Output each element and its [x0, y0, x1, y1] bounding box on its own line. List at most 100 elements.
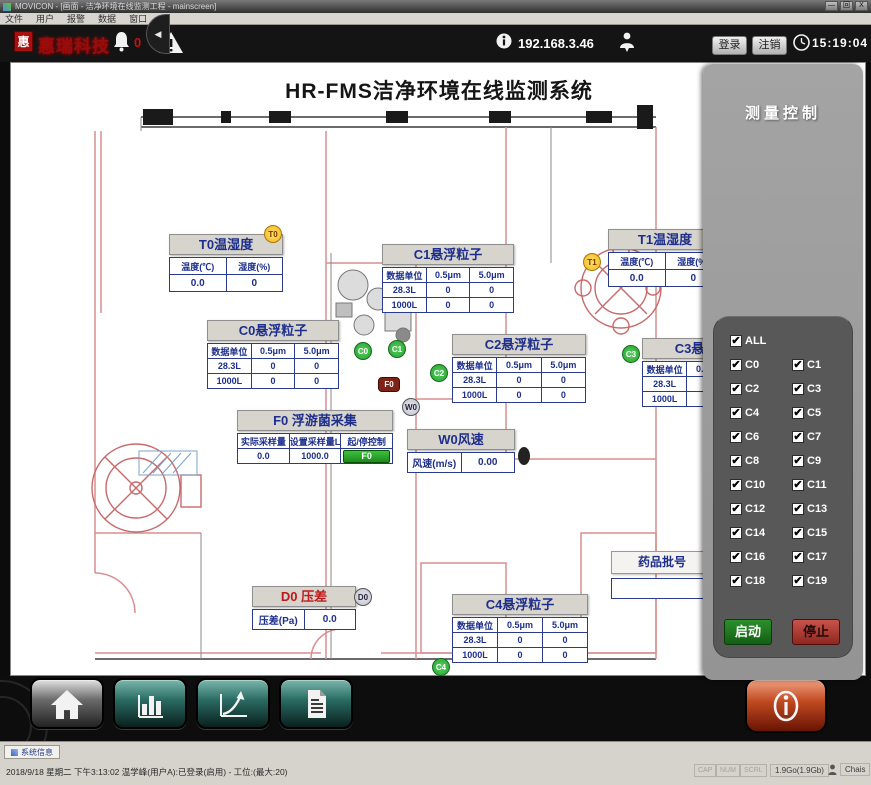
- marker-w0[interactable]: W0: [402, 398, 420, 416]
- col-header: 0.5μm: [426, 268, 470, 283]
- system-info-tab[interactable]: 系统信息: [4, 745, 60, 759]
- nav-trend-chart-button[interactable]: [196, 678, 270, 729]
- checkbox-c5[interactable]: ✔C5: [792, 401, 854, 425]
- cell: 0.0: [238, 449, 290, 464]
- checkbox-c0[interactable]: ✔C0: [730, 353, 792, 377]
- marker-d0[interactable]: D0: [354, 588, 372, 606]
- alarm-bell-icon[interactable]: [112, 31, 131, 58]
- num-lock-indicator: NUM: [716, 764, 740, 777]
- checkbox-c18[interactable]: ✔C18: [730, 569, 792, 593]
- checkbox-c6[interactable]: ✔C6: [730, 425, 792, 449]
- checkbox-c17[interactable]: ✔C17: [792, 545, 854, 569]
- checkbox-all[interactable]: ✔ALL: [730, 329, 854, 353]
- clock-time: 15:19:04: [812, 36, 868, 50]
- checkbox-c15[interactable]: ✔C15: [792, 521, 854, 545]
- cell: 1000L: [453, 648, 498, 663]
- panel-title: F0 浮游菌采集: [237, 410, 393, 431]
- col-header: 温度(℃): [609, 253, 666, 270]
- cell: 0: [543, 633, 588, 648]
- f0-start-stop-button[interactable]: F0: [343, 450, 390, 463]
- cell: 0: [543, 648, 588, 663]
- menu-item[interactable]: 用户: [36, 12, 54, 25]
- checkbox-c4[interactable]: ✔C4: [730, 401, 792, 425]
- info-icon: [496, 33, 512, 54]
- checkbox-label: C16: [745, 551, 765, 563]
- checkbox-label: C9: [807, 455, 821, 467]
- toolbar: 惠 惠瑞科技 0 192.168.3.46: [0, 25, 871, 62]
- minimize-button[interactable]: —: [825, 1, 838, 11]
- marker-c0[interactable]: C0: [354, 342, 372, 360]
- checkbox-c11[interactable]: ✔C11: [792, 473, 854, 497]
- checkbox-label: C19: [807, 575, 827, 587]
- nav-bar-chart-button[interactable]: [113, 678, 187, 729]
- cell: 0: [251, 374, 295, 389]
- marker-t1[interactable]: T1: [583, 253, 601, 271]
- readout-table: 数据单位0.5μm5.0μm28.3L001000L00: [382, 267, 514, 313]
- col-header: 起/停控制: [341, 434, 393, 449]
- checkbox-c12[interactable]: ✔C12: [730, 497, 792, 521]
- menu-item[interactable]: 文件: [5, 12, 23, 25]
- clock-icon: [793, 34, 810, 56]
- current-user: Chais: [840, 763, 870, 776]
- checkmark-icon: ✔: [730, 575, 742, 587]
- panel-title: D0 压差: [252, 586, 356, 607]
- user-icon[interactable]: [618, 31, 636, 58]
- maximize-button[interactable]: 回: [840, 1, 853, 11]
- checkmark-icon: ✔: [792, 503, 804, 515]
- info-button[interactable]: [745, 678, 827, 733]
- window-title: MOVICON - [画面 - 洁净环境在线监测工程 - mainscreen]: [15, 1, 216, 12]
- close-button[interactable]: X: [855, 1, 868, 11]
- login-button[interactable]: 登录: [712, 36, 747, 55]
- checkbox-c8[interactable]: ✔C8: [730, 449, 792, 473]
- col-header: 5.0μm: [541, 358, 585, 373]
- nav-report-button[interactable]: [279, 678, 353, 729]
- checkbox-label: C12: [745, 503, 765, 515]
- panel-title: W0风速: [407, 429, 515, 450]
- menu-item[interactable]: 数据: [98, 12, 116, 25]
- cell: 0: [541, 388, 585, 403]
- checkmark-icon: ✔: [730, 503, 742, 515]
- marker-c1[interactable]: C1: [388, 340, 406, 358]
- checkmark-icon: ✔: [792, 407, 804, 419]
- checkbox-label: C5: [807, 407, 821, 419]
- checkbox-c1[interactable]: ✔C1: [792, 353, 854, 377]
- logout-button[interactable]: 注销: [752, 36, 787, 55]
- col-header: 温度(℃): [170, 258, 227, 275]
- brand-logo-icon: 惠: [14, 31, 33, 52]
- col-header: 湿度(%): [226, 258, 283, 275]
- panel-title: C2悬浮粒子: [452, 334, 586, 355]
- checkbox-c13[interactable]: ✔C13: [792, 497, 854, 521]
- window-grid-icon: [11, 749, 18, 756]
- marker-c3[interactable]: C3: [622, 345, 640, 363]
- checkbox-label: ALL: [745, 335, 766, 347]
- start-button[interactable]: 启动: [724, 619, 772, 645]
- checkbox-c16[interactable]: ✔C16: [730, 545, 792, 569]
- marker-c2[interactable]: C2: [430, 364, 448, 382]
- checkbox-c9[interactable]: ✔C9: [792, 449, 854, 473]
- marker-c4[interactable]: C4: [432, 658, 450, 676]
- batch-number-input[interactable]: [611, 578, 713, 599]
- marker-t0[interactable]: T0: [264, 225, 282, 243]
- checkbox-c7[interactable]: ✔C7: [792, 425, 854, 449]
- batch-number-group: 药品批号: [611, 551, 713, 599]
- checkmark-icon: ✔: [730, 455, 742, 467]
- readout-table: 实际采样量 设置采样量L 起/停控制 0.0 1000.0 F0: [237, 433, 393, 464]
- checkbox-c10[interactable]: ✔C10: [730, 473, 792, 497]
- menu-item[interactable]: 报警: [67, 12, 85, 25]
- checkmark-icon: ✔: [730, 335, 742, 347]
- readout-table: 压差(Pa)0.0: [252, 609, 356, 630]
- stop-button[interactable]: 停止: [792, 619, 840, 645]
- cell: 0: [498, 633, 543, 648]
- checkbox-c19[interactable]: ✔C19: [792, 569, 854, 593]
- cell: 压差(Pa): [253, 610, 305, 630]
- marker-f0[interactable]: F0: [378, 377, 400, 392]
- nav-home-button[interactable]: [30, 678, 104, 729]
- checkmark-icon: ✔: [730, 431, 742, 443]
- checkbox-label: C4: [745, 407, 759, 419]
- alarm-count: 0: [134, 35, 141, 50]
- checkbox-c14[interactable]: ✔C14: [730, 521, 792, 545]
- checkbox-label: C14: [745, 527, 765, 539]
- checkbox-c3[interactable]: ✔C3: [792, 377, 854, 401]
- checkbox-c2[interactable]: ✔C2: [730, 377, 792, 401]
- menu-item[interactable]: 窗口: [129, 12, 147, 25]
